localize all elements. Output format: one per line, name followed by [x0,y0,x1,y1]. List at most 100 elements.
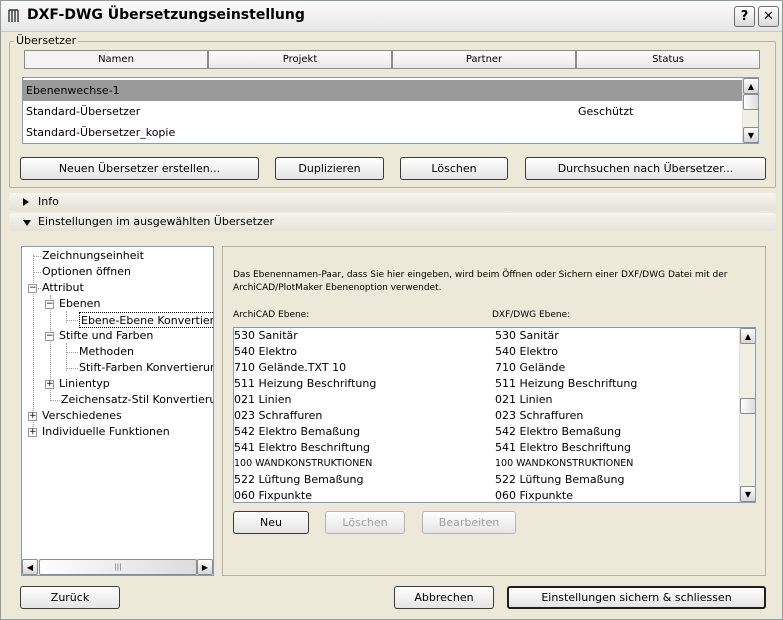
archicad-layer: 060 Fixpunkte [234,489,312,502]
save-and-close-button[interactable]: Einstellungen sichern & schliessen [507,586,766,609]
archicad-layer: 530 Sanitär [234,329,298,342]
archicad-app-icon [8,9,19,22]
tree-horizontal-scrollbar[interactable]: ◀ ||| ▶ [22,559,213,575]
tree-item-individuelle-funktionen[interactable]: Individuelle Funktionen [42,424,170,440]
panel-description: Das Ebenennamen-Paar, dass Sie hier eing… [233,270,728,293]
tree-connector [66,368,78,369]
chevron-down-icon: ▼ [747,130,755,140]
dxf-layer: 021 Linien [495,393,553,406]
translation-settings-window: DXF-DWG Übersetzungseinstellung ? ✕ Über… [0,0,783,620]
title-bar[interactable]: DXF-DWG Übersetzungseinstellung ? ✕ [1,1,782,32]
tree-item-attribut[interactable]: Attribut [42,280,84,296]
layer-pair-scrollbar[interactable]: ▲ ▼ [739,328,755,502]
translator-status: Geschützt [578,105,634,118]
tree-item-linientyp[interactable]: Linientyp [59,376,110,392]
tree-item-zeichensatz-stil-konvertierung[interactable]: Zeichensatz-Stil Konvertierung [61,392,213,408]
dxf-layer: 023 Schraffuren [495,409,584,422]
archicad-layer-header: ArchiCAD Ebene: [233,310,310,320]
help-button[interactable]: ? [734,6,755,27]
dxf-layer: 710 Gelände [495,361,566,374]
translator-name: Standard-Übersetzer [26,105,141,118]
expand-arrow-icon [23,198,29,206]
translator-row[interactable]: Standard-Übersetzer Geschützt [23,101,758,122]
scroll-thumb[interactable] [740,398,755,414]
translator-list-header: Namen Projekt Partner Status [24,50,760,69]
new-translator-button[interactable]: Neuen Übersetzer erstellen... [20,157,259,180]
delete-pair-button[interactable]: Löschen [325,511,405,534]
tree-connector [33,255,34,435]
chevron-left-icon: ◀ [26,562,34,572]
info-section-toggle[interactable]: Info [9,193,776,211]
tree-item-ebene-ebene-konvertierung[interactable]: Ebene-Ebene Konvertierung [79,312,213,328]
dxf-layer: 542 Elektro Bemaßung [495,425,622,438]
collapse-arrow-icon [23,220,31,226]
new-pair-button[interactable]: Neu [233,511,309,534]
back-button[interactable]: Zurück [20,586,120,609]
close-icon: ✕ [763,9,774,24]
delete-translator-button[interactable]: Löschen [400,157,508,180]
translator-row[interactable]: Standard-Übersetzer_kopie [23,122,758,143]
expand-icon[interactable]: + [28,428,37,437]
dxf-layer: 060 Fixpunkte [495,489,573,502]
archicad-layer: 522 Lüftung Bemaßung [234,473,364,486]
tree-connector [66,352,78,353]
scroll-left-button[interactable]: ◀ [22,559,38,575]
close-button[interactable]: ✕ [758,6,779,27]
column-header-status[interactable]: Status [576,50,760,69]
scroll-down-button[interactable]: ▼ [740,486,755,502]
collapse-icon[interactable]: − [28,284,37,293]
translator-name: Ebenenwechse-1 [26,84,120,97]
settings-section-toggle[interactable]: Einstellungen im ausgewählten Übersetzer [9,213,776,231]
translator-row[interactable]: Ebenenwechse-1 [23,80,758,101]
collapse-icon[interactable]: − [45,332,54,341]
scroll-thumb[interactable] [743,94,758,110]
scroll-up-button[interactable]: ▲ [740,328,755,344]
info-section-label: Info [38,195,59,208]
archicad-layer: 542 Elektro Bemaßung [234,425,361,438]
settings-tree[interactable]: Zeichnungseinheit Optionen öffnen − Attr… [21,246,214,576]
layer-conversion-panel: Das Ebenennamen-Paar, dass Sie hier eing… [222,246,766,576]
tree-item-stift-farben-konvertierung[interactable]: Stift-Farben Konvertierung [79,360,213,376]
scroll-right-button[interactable]: ▶ [197,559,213,575]
translator-list[interactable]: Ebenenwechse-1 Standard-Übersetzer Gesch… [22,77,759,144]
chevron-up-icon: ▲ [744,331,752,341]
browse-translator-button[interactable]: Durchsuchen nach Übersetzer... [525,157,766,180]
column-header-name[interactable]: Namen [24,50,208,69]
archicad-layer: 541 Elektro Beschriftung [234,441,371,454]
archicad-layer: 023 Schraffuren [234,409,323,422]
column-header-partner[interactable]: Partner [392,50,576,69]
chevron-down-icon: ▼ [744,489,752,499]
scroll-up-button[interactable]: ▲ [743,78,758,94]
cancel-button[interactable]: Abbrechen [394,586,494,609]
duplicate-button[interactable]: Duplizieren [275,157,384,180]
tree-item-verschiedenes[interactable]: Verschiedenes [42,408,122,424]
tree-item-optionen-oeffnen[interactable]: Optionen öffnen [42,264,131,280]
chevron-right-icon: ▶ [201,562,209,572]
dxf-layer-header: DXF/DWG Ebene: [492,310,571,320]
scroll-grip-icon: ||| [114,563,122,571]
column-header-project[interactable]: Projekt [208,50,392,69]
edit-pair-button[interactable]: Bearbeiten [422,511,516,534]
archicad-layer: 100 WANDKONSTRUKTIONEN [234,458,373,469]
expand-icon[interactable]: + [45,380,54,389]
tree-connector [66,343,67,371]
translator-list-scrollbar[interactable]: ▲ ▼ [742,78,758,143]
tree-connector [66,311,67,323]
archicad-layer: 511 Heizung Beschriftung [234,377,377,390]
settings-section-label: Einstellungen im ausgewählten Übersetzer [38,215,275,228]
tree-item-zeichnungseinheit[interactable]: Zeichnungseinheit [42,248,144,264]
scroll-down-button[interactable]: ▼ [743,127,758,143]
translator-name: Standard-Übersetzer_kopie [26,126,176,139]
expand-icon[interactable]: + [28,412,37,421]
tree-item-methoden[interactable]: Methoden [79,344,134,360]
tree-connector [66,320,78,321]
tree-connector [33,256,41,257]
chevron-up-icon: ▲ [747,81,755,91]
scroll-thumb[interactable]: ||| [39,559,197,575]
dxf-layer: 100 WANDKONSTRUKTIONEN [495,458,634,469]
dxf-layer: 530 Sanitär [495,329,559,342]
collapse-icon[interactable]: − [45,300,54,309]
tree-item-ebenen[interactable]: Ebenen [59,296,100,312]
layer-pair-list[interactable]: 530 Sanitär 530 Sanitär 540 Elektro 540 El… [233,327,756,503]
tree-item-stifte-und-farben[interactable]: Stifte und Farben [59,328,153,344]
